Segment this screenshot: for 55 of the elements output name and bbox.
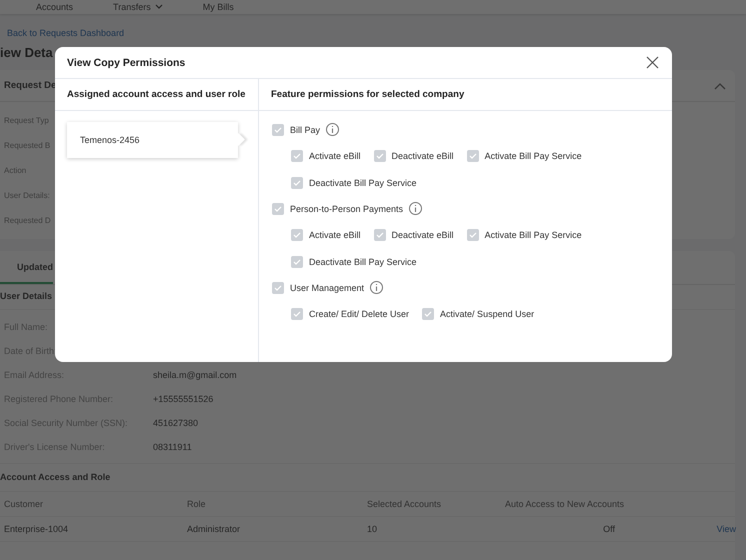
column-header: Auto Access to New Accounts [505,499,624,509]
checkbox-label: Activate eBill [309,230,361,240]
column-header: Selected Accounts [367,499,442,509]
check-icon [468,152,477,158]
view-link[interactable]: View [716,524,736,534]
check-icon [293,258,301,264]
field-value: 08311911 [153,442,192,453]
column-header: Assigned account access and user role [55,79,258,111]
checkbox-label: Activate Bill Pay Service [484,230,582,240]
section-title: Account Access and Role [0,464,735,492]
check-icon [274,206,282,212]
nav-link[interactable]: Transfers [113,1,163,12]
info-icon [370,281,384,294]
page-title: iew Deta [0,45,53,60]
table-cell: Off [603,524,615,534]
check-icon [274,284,282,290]
checkbox-label: Create/ Edit/ Delete User [309,308,410,318]
table-cell: 10 [367,524,378,534]
check-icon [376,232,384,238]
back-link[interactable]: Back to Requests Dashboard [7,28,124,38]
checkbox-label: Person-to-Person Payments [290,204,404,214]
checkbox-label: Deactivate eBill [392,230,454,240]
checkbox-label: Bill Pay [290,124,320,134]
column-header: Feature permissions for selected company [259,79,672,111]
info-icon [326,123,340,136]
check-icon [468,232,477,238]
checkbox-label: Activate/ Suspend User [440,308,534,318]
table-cell: Enterprise-1004 [4,524,68,534]
checkbox-label: Deactivate eBill [392,150,454,160]
check-icon [293,232,301,238]
check-icon [274,126,282,132]
close-icon [646,56,659,69]
checkbox-label: Deactivate Bill Pay Service [309,178,417,188]
field-value: 451627380 [153,418,198,429]
column-header: Role [187,499,206,509]
tab[interactable]: Updated [0,251,53,284]
checkbox-label: Deactivate Bill Pay Service [309,256,417,266]
checkbox-label: Activate eBill [309,150,361,160]
check-icon [424,310,432,316]
close-button[interactable] [646,56,659,69]
pointer-icon [232,133,245,146]
check-icon [293,310,301,316]
field-value: +15555551526 [153,394,214,405]
checkbox-label: Activate Bill Pay Service [484,150,582,160]
check-icon [293,180,301,186]
dialog-title: View Copy Permissions [67,56,186,68]
checkbox-label: User Management [290,282,364,292]
field-value: sheila.m@gmail.com [153,370,237,381]
info-icon [409,202,422,215]
nav-link[interactable]: My Bills [202,1,234,12]
column-header: Customer [4,499,44,509]
check-icon [293,152,301,158]
table-cell: Administrator [187,524,240,534]
check-icon [376,152,384,158]
nav-link[interactable]: Accounts [36,1,74,12]
